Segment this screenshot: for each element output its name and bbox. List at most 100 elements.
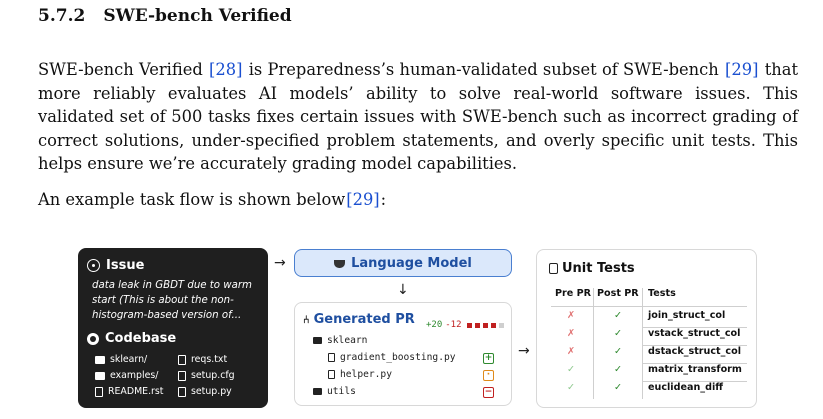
diff-square [466, 322, 472, 328]
table-row: ✗ ✓ vstack_struct_col [551, 328, 751, 346]
folder-icon [313, 388, 322, 395]
codebase-header: Codebase [87, 331, 176, 346]
paragraph-1: SWE-bench Verified [28] is Preparedness’… [38, 58, 798, 176]
file-name: sklearn/ [110, 354, 148, 365]
issue-text: data leak in GBDT due to warm start (Thi… [92, 280, 252, 321]
file-icon [178, 386, 186, 397]
paragraph-2: An example task flow is shown below[29]: [38, 188, 386, 212]
pre-pr-fail-icon: ✗ [567, 346, 576, 357]
file-icon [178, 354, 186, 365]
github-icon [87, 332, 99, 345]
file-name: README.rst [108, 386, 164, 397]
codebase-title: Codebase [105, 331, 177, 346]
column-header: Pre PR [555, 288, 592, 299]
paragraph-2-suffix: : [380, 190, 387, 209]
additions-count: +20 [426, 320, 443, 330]
diff-stats: +20 -12 [426, 320, 504, 330]
issue-codebase-card: Issue data leak in GBDT due to warm star… [78, 248, 268, 408]
row-divider [642, 345, 747, 346]
section-heading: 5.7.2 SWE-bench Verified [38, 6, 292, 26]
file-icon [95, 386, 103, 397]
folder-icon [95, 355, 105, 364]
folder-icon [95, 371, 105, 380]
language-model-label: Language Model [351, 255, 472, 271]
codebase-file: setup.cfg [178, 367, 235, 384]
pre-pr-fail-icon: ✗ [567, 328, 576, 339]
unit-tests-card: Unit Tests Pre PR Post PR Tests ✗ ✓ join… [536, 249, 757, 408]
pull-request-icon: ⑃ [303, 313, 310, 326]
issue-title: Issue [106, 258, 145, 273]
generated-pr-title: Generated PR [313, 312, 415, 327]
file-name: setup.py [191, 386, 232, 397]
paragraph-1-part-2: is Preparedness’s human-validated subset… [243, 60, 725, 79]
generated-pr-card: ⑃ Generated PR +20 -12 sklearn gradient_… [294, 302, 512, 406]
arrow-down-icon: ↓ [397, 282, 409, 298]
citation-29-link-2[interactable]: [29] [345, 189, 380, 210]
file-modified-icon: · [483, 370, 494, 381]
pot-icon [334, 260, 346, 268]
generated-pr-header: ⑃ Generated PR [303, 312, 415, 327]
issue-icon [87, 259, 100, 272]
pre-pr-pass-icon: ✓ [567, 364, 576, 375]
test-name: join_struct_col [648, 310, 726, 321]
tree-item-name: gradient_boosting.py [340, 352, 456, 363]
diff-square [490, 322, 496, 328]
table-row: ✓ ✓ matrix_transform [551, 364, 751, 382]
issue-header: Issue [87, 258, 144, 273]
language-model-box: Language Model [294, 249, 512, 277]
post-pr-pass-icon: ✓ [614, 328, 623, 339]
tree-item-name: helper.py [340, 369, 392, 380]
pr-tree-row: sklearn [313, 335, 367, 346]
table-row: ✓ ✓ euclidean_diff [551, 382, 751, 400]
diff-square [474, 322, 480, 328]
citation-29-link[interactable]: [29] [724, 59, 759, 80]
tree-item-name: utils [327, 386, 356, 397]
test-name: matrix_transform [648, 364, 742, 375]
pre-pr-pass-icon: ✓ [567, 382, 576, 393]
file-removed-icon: − [483, 387, 494, 398]
codebase-file: sklearn/ [95, 351, 147, 368]
post-pr-pass-icon: ✓ [614, 364, 623, 375]
codebase-file: setup.py [178, 383, 232, 400]
codebase-file: reqs.txt [178, 351, 227, 368]
file-icon [178, 370, 186, 381]
post-pr-pass-icon: ✓ [614, 310, 623, 321]
section-number: 5.7.2 [38, 6, 86, 26]
codebase-file: examples/ [95, 367, 158, 384]
unit-tests-header: Unit Tests [549, 261, 635, 276]
test-name: vstack_struct_col [648, 328, 741, 339]
file-icon [328, 370, 335, 379]
row-divider [642, 363, 747, 364]
arrow-right-icon: → [518, 343, 530, 359]
row-divider [642, 381, 747, 382]
diff-square [498, 322, 504, 328]
column-header: Tests [648, 288, 676, 299]
file-name: examples/ [110, 370, 159, 381]
diff-square [482, 322, 488, 328]
paragraph-1-part-1: SWE-bench Verified [38, 60, 209, 79]
pr-tree-row: utils [313, 386, 356, 397]
file-icon [328, 353, 335, 362]
citation-28-link[interactable]: [28] [208, 59, 243, 80]
column-header: Post PR [597, 288, 639, 299]
paragraph-2-text: An example task flow is shown below [38, 190, 346, 209]
file-name: reqs.txt [191, 354, 228, 365]
header-divider [551, 306, 747, 307]
folder-icon [313, 337, 322, 344]
file-added-icon: + [483, 353, 494, 364]
post-pr-pass-icon: ✓ [614, 346, 623, 357]
row-divider [642, 327, 747, 328]
unit-tests-title: Unit Tests [562, 261, 635, 276]
table-row: ✗ ✓ dstack_struct_col [551, 346, 751, 364]
file-name: setup.cfg [191, 370, 235, 381]
clipboard-icon [549, 263, 558, 274]
table-row: ✗ ✓ join_struct_col [551, 310, 751, 328]
test-name: euclidean_diff [648, 382, 724, 393]
tree-item-name: sklearn [327, 335, 368, 346]
pr-tree-row: gradient_boosting.py [328, 352, 456, 363]
pr-tree-row: helper.py [328, 369, 392, 380]
deletions-count: -12 [445, 320, 462, 330]
section-title: SWE-bench Verified [103, 6, 292, 26]
post-pr-pass-icon: ✓ [614, 382, 623, 393]
codebase-file: README.rst [95, 383, 163, 400]
